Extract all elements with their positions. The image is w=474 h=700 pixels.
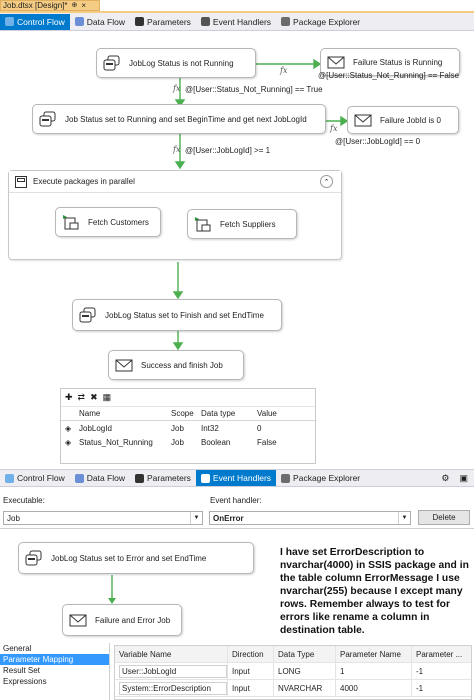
parameter-size-cell[interactable]: -1 (411, 663, 471, 679)
page-expressions[interactable]: Expressions (0, 676, 109, 687)
page-parameter-mapping[interactable]: Parameter Mapping (0, 654, 109, 665)
mail-icon (69, 614, 87, 627)
col-direction: Direction (227, 646, 273, 662)
parameter-name-cell[interactable]: 1 (335, 663, 411, 679)
page-result-set[interactable]: Result Set (0, 665, 109, 676)
data-type-cell[interactable]: LONG (273, 663, 335, 679)
annotation-note: I have set ErrorDescription to nvarchar(… (280, 547, 469, 636)
direction-cell[interactable]: Input (227, 680, 273, 696)
col-parameter-size: Parameter ... (411, 646, 471, 662)
parameter-name-cell[interactable]: 4000 (335, 680, 411, 696)
col-parameter-name: Parameter Name (335, 646, 411, 662)
col-data-type: Data Type (273, 646, 335, 662)
variable-name-cell[interactable]: System::ErrorDescription (119, 681, 227, 695)
direction-cell[interactable]: Input (227, 663, 273, 679)
parameter-mapping-grid: Variable Name Direction Data Type Parame… (114, 645, 472, 700)
page-general[interactable]: General (0, 643, 109, 654)
table-row[interactable]: User::JobLogId Input LONG 1 -1 (115, 663, 471, 680)
task-label: Failure and Error Job (95, 615, 171, 625)
data-type-cell[interactable]: NVARCHAR (273, 680, 335, 696)
parameter-size-cell[interactable]: -1 (411, 680, 471, 696)
editor-page-list: General Parameter Mapping Result Set Exp… (0, 643, 110, 700)
grid-header: Variable Name Direction Data Type Parame… (115, 646, 471, 663)
variable-name-cell[interactable]: User::JobLogId (119, 664, 227, 678)
col-variable-name: Variable Name (119, 649, 172, 659)
task-failure-error[interactable]: Failure and Error Job (62, 604, 182, 636)
table-row[interactable]: System::ErrorDescription Input NVARCHAR … (115, 680, 471, 697)
